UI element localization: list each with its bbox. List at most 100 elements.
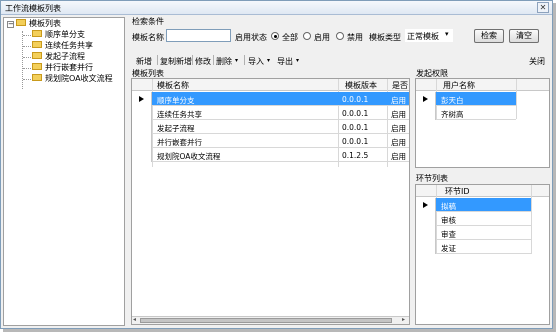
edit-button[interactable]: 修改 — [195, 56, 211, 67]
row-header — [132, 148, 152, 162]
template-type-value: 正常模板 — [407, 32, 439, 41]
list-item[interactable]: 拟稿 — [416, 198, 531, 212]
cell-version: 0.0.0.1 — [342, 109, 369, 118]
status-enabled-radio[interactable] — [303, 32, 311, 40]
cell-enabled: 启用 — [391, 110, 406, 119]
cell-version: 0.0.0.1 — [342, 137, 369, 146]
status-all-radio[interactable] — [271, 32, 279, 40]
tree-branch-line — [23, 79, 31, 80]
scroll-right-icon[interactable]: ▸ — [402, 316, 405, 323]
node-grid: 环节ID 拟稿 审核 审查 发证 — [415, 184, 550, 325]
collapse-icon[interactable]: − — [7, 21, 14, 28]
list-item[interactable]: 齐树高 — [416, 106, 516, 120]
close-button[interactable]: 关闭 — [529, 56, 545, 67]
template-tree: − 模板列表 顺序单分支 连续任务共享 发起子流程 并行嵌套并行 规划院OA收文… — [3, 17, 125, 326]
cell-version: 0.0.0.1 — [342, 123, 369, 132]
row-header — [132, 120, 152, 134]
toolbar-separator — [157, 55, 158, 65]
table-row[interactable]: 顺序单分支 0.0.0.1 启用 — [132, 92, 409, 106]
cell-node: 发证 — [441, 244, 456, 253]
copy-new-button[interactable]: 复制新增 — [160, 56, 192, 67]
template-name-input[interactable] — [166, 29, 231, 42]
tree-item-label: 规划院OA收文流程 — [45, 74, 113, 83]
tree-item-2[interactable]: 发起子流程 — [32, 52, 85, 62]
folder-icon — [32, 74, 42, 81]
list-item[interactable]: 审核 — [416, 212, 531, 226]
delete-dropdown-icon[interactable]: ▾ — [235, 57, 238, 64]
chevron-down-icon: ▾ — [445, 30, 449, 38]
folder-icon — [32, 41, 42, 48]
tree-item-0[interactable]: 顺序单分支 — [32, 30, 85, 40]
clear-button[interactable]: 清空 — [509, 29, 539, 43]
folder-icon — [32, 52, 42, 59]
tree-item-1[interactable]: 连续任务共享 — [32, 41, 93, 51]
table-row[interactable]: 发起子流程 0.0.0.1 启用 — [132, 120, 409, 134]
tree-item-label: 连续任务共享 — [45, 41, 93, 50]
tree-branch-line — [23, 46, 31, 47]
cell-name: 规划院OA收文流程 — [157, 152, 221, 161]
cell-enabled: 启用 — [391, 96, 406, 105]
toolbar-separator — [213, 55, 214, 65]
column-header-name[interactable]: 模板名称 — [157, 80, 189, 91]
search-button[interactable]: 检索 — [474, 29, 504, 43]
tree-item-label: 发起子流程 — [45, 52, 85, 61]
column-header-node-id[interactable]: 环节ID — [445, 186, 470, 197]
import-dropdown-icon[interactable]: ▾ — [267, 57, 270, 64]
cell-name: 连续任务共享 — [157, 110, 202, 119]
tree-root-label: 模板列表 — [29, 19, 61, 28]
node-grid-label: 环节列表 — [416, 174, 448, 183]
status-disabled-radio[interactable] — [336, 32, 344, 40]
template-type-select[interactable]: 正常模板 ▾ — [405, 29, 453, 42]
tree-branch-line — [23, 57, 31, 58]
cell-name: 发起子流程 — [157, 124, 195, 133]
row-header — [416, 226, 436, 240]
import-button[interactable]: 导入 — [248, 56, 264, 67]
toolbar-separator — [244, 55, 245, 65]
template-grid-header: 模板名称 模板版本 是否 — [132, 79, 409, 91]
list-item[interactable]: 审查 — [416, 226, 531, 240]
tree-item-4[interactable]: 规划院OA收文流程 — [32, 74, 113, 84]
row-header — [416, 212, 436, 226]
table-row[interactable]: 连续任务共享 0.0.0.1 启用 — [132, 106, 409, 120]
list-item[interactable]: 发证 — [416, 240, 531, 254]
template-grid: 模板名称 模板版本 是否 顺序单分支 0.0.0.1 启用 连续任务共享 0.0… — [131, 78, 410, 325]
column-header-version[interactable]: 模板版本 — [345, 80, 377, 91]
row-pointer-icon — [416, 198, 436, 212]
delete-button[interactable]: 删除 — [216, 56, 232, 67]
cell-node: 拟稿 — [441, 202, 456, 211]
table-row[interactable]: 并行嵌套并行 0.0.0.1 启用 — [132, 134, 409, 148]
table-row[interactable]: 规划院OA收文流程 0.1.2.5 启用 — [132, 148, 409, 162]
status-all-label: 全部 — [282, 33, 298, 42]
new-button[interactable]: 新增 — [136, 56, 152, 67]
initiator-grid: 用户名称 彭天白 齐树高 — [415, 78, 550, 168]
horizontal-scrollbar[interactable]: ◂ ▸ — [132, 316, 409, 324]
cell-enabled: 启用 — [391, 124, 406, 133]
tree-guide-line — [22, 31, 23, 89]
status-enabled-label: 启用 — [314, 33, 330, 42]
toolbar-separator — [192, 55, 193, 65]
row-pointer-icon — [132, 92, 152, 106]
close-icon[interactable]: ✕ — [537, 2, 549, 13]
workflow-template-window: 工作流模板列表 ✕ − 模板列表 顺序单分支 连续任务共享 发起子流程 并行嵌套… — [0, 0, 553, 329]
export-dropdown-icon[interactable]: ▾ — [296, 57, 299, 64]
column-header-enabled[interactable]: 是否 — [392, 80, 408, 91]
export-button[interactable]: 导出 — [277, 56, 293, 67]
window-title: 工作流模板列表 — [5, 4, 61, 13]
row-header — [416, 240, 436, 254]
list-item[interactable]: 彭天白 — [416, 92, 516, 106]
column-header-user[interactable]: 用户名称 — [443, 80, 475, 91]
cell-user: 彭天白 — [441, 96, 464, 105]
template-type-label: 模板类型 — [369, 33, 401, 42]
folder-icon — [32, 63, 42, 70]
folder-open-icon — [16, 19, 26, 26]
title-bar: 工作流模板列表 ✕ — [1, 1, 552, 15]
folder-icon — [32, 30, 42, 37]
template-name-label: 模板名称 — [132, 33, 164, 42]
tree-item-label: 并行嵌套并行 — [45, 63, 93, 72]
tree-item-3[interactable]: 并行嵌套并行 — [32, 63, 93, 73]
cell-name: 顺序单分支 — [157, 96, 195, 105]
tree-branch-line — [23, 68, 31, 69]
tree-root[interactable]: 模板列表 — [16, 19, 61, 29]
scrollbar-thumb[interactable] — [140, 318, 392, 323]
scroll-left-icon[interactable]: ◂ — [133, 316, 136, 323]
